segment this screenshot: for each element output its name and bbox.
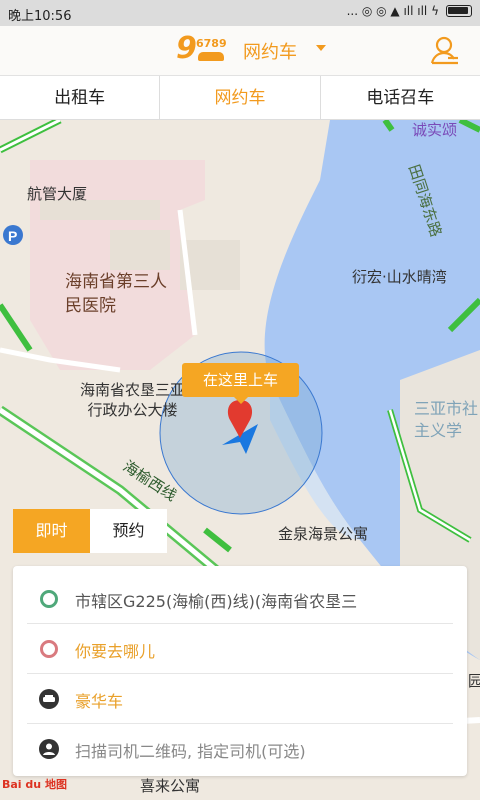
car-icon — [39, 689, 59, 709]
logo-car-icon — [198, 52, 224, 61]
app-header: 9 6789 网约车 — [0, 26, 480, 76]
road-top-left-inner — [0, 120, 61, 152]
driver-scan-row[interactable]: 扫描司机二维码, 指定司机(可选) — [27, 724, 453, 774]
map-label-poi: 诚实颂 — [412, 121, 458, 139]
tab-ride-hailing[interactable]: 网约车 — [160, 76, 321, 119]
status-bar: 晚上10:56 ... ◎ ◎ ▲ ıll ıll ϟ — [0, 0, 480, 26]
map-label-office: 海南省农垦三亚 行政办公大楼 — [80, 381, 186, 419]
map-label-residential: 衍宏·山水晴湾 — [352, 268, 447, 286]
mode-now-button[interactable]: 即时 — [13, 509, 90, 553]
building-block — [110, 230, 170, 270]
baidu-map-logo: Bai du 地图 — [2, 778, 67, 791]
destination-dot-icon — [40, 640, 58, 658]
status-indicators: ... ◎ ◎ ▲ ıll ıll ϟ — [346, 4, 439, 18]
mode-toggle: 即时 预约 — [13, 509, 167, 553]
parking-letter: P — [8, 228, 17, 244]
map-label-right-edge: 园 — [468, 672, 480, 690]
pickup-here-tooltip[interactable]: 在这里上车 — [182, 363, 299, 404]
mode-reserve-button[interactable]: 预约 — [90, 509, 167, 553]
map-label-school: 三亚市社 主义学 — [414, 399, 479, 440]
road-minor — [203, 527, 232, 553]
tab-phone-call[interactable]: 电话召车 — [321, 76, 480, 119]
destination-row[interactable]: 你要去哪儿 — [27, 624, 453, 674]
road-left — [0, 303, 33, 352]
user-profile-icon[interactable] — [428, 34, 462, 68]
app-logo: 9 6789 — [176, 31, 232, 67]
car-type-row[interactable]: 豪华车 — [27, 674, 453, 724]
tab-taxi[interactable]: 出租车 — [0, 76, 161, 119]
map-label-building: 航管大厦 — [27, 185, 88, 203]
map-label-jinquan: 金泉海景公寓 — [278, 525, 369, 543]
map-label-hospital: 海南省第三人民医院 — [65, 272, 167, 316]
status-time: 晚上10:56 — [8, 9, 72, 24]
service-title[interactable]: 网约车 — [243, 38, 297, 64]
status-icons: ... ◎ ◎ ▲ ıll ıll ϟ — [347, 4, 472, 18]
map-label-bottom: 喜来公寓 — [140, 777, 201, 795]
chevron-down-icon[interactable] — [316, 45, 326, 51]
start-location-row[interactable]: 市辖区G225(海榆(西)线)(海南省农垦三 — [27, 574, 453, 624]
driver-icon — [39, 739, 59, 759]
driver-scan-text: 扫描司机二维码, 指定司机(可选) — [75, 742, 306, 761]
trip-panel: 市辖区G225(海榆(西)线)(海南省农垦三 你要去哪儿 豪华车 扫描司机二维码… — [13, 566, 467, 776]
start-location-text: 市辖区G225(海榆(西)线)(海南省农垦三 — [75, 592, 358, 611]
destination-input[interactable]: 你要去哪儿 — [75, 638, 155, 662]
logo-number: 6789 — [196, 37, 227, 50]
car-type-text: 豪华车 — [75, 692, 124, 711]
battery-icon — [446, 5, 472, 17]
logo-mark: 9 — [176, 31, 197, 66]
start-dot-icon — [40, 590, 58, 608]
service-tabs: 出租车 网约车 电话召车 — [0, 76, 480, 120]
